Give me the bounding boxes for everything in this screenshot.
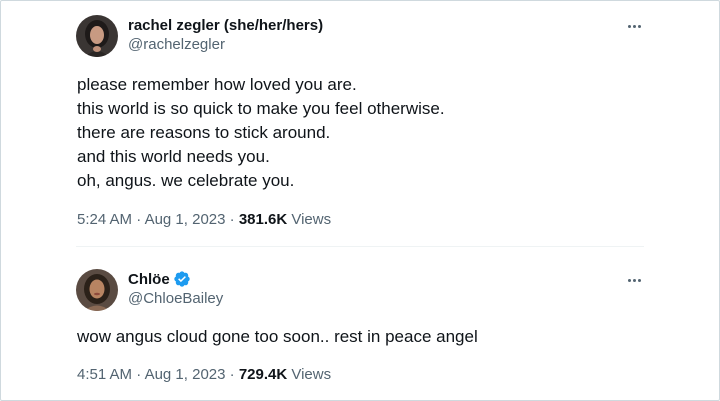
more-options-button[interactable]: [620, 12, 648, 40]
display-name[interactable]: rachel zegler (she/her/hers): [128, 17, 323, 34]
views-label: Views: [291, 366, 332, 383]
tweet-date[interactable]: Aug 1, 2023: [145, 366, 226, 383]
tweet-line: oh, angus. we celebrate you.: [77, 171, 295, 190]
tweet-meta: 5:24 AM · Aug 1, 2023 · 381.6K Views: [77, 211, 331, 228]
meta-separator: ·: [229, 366, 235, 383]
meta-separator: ·: [136, 366, 142, 383]
more-horizontal-icon: [627, 278, 641, 282]
tweet-chloebailey[interactable]: Chlöe @ChloeBailey wow angus cloud gone …: [76, 266, 644, 396]
meta-separator: ·: [229, 211, 235, 228]
tweet-divider: [76, 246, 644, 247]
author-block: rachel zegler (she/her/hers) @rachelzegl…: [128, 15, 323, 54]
views-count[interactable]: 381.6K: [239, 211, 287, 228]
tweet-text: wow angus cloud gone too soon.. rest in …: [77, 325, 478, 349]
verified-badge-icon: [173, 270, 191, 288]
tweet-date[interactable]: Aug 1, 2023: [145, 211, 226, 228]
display-name[interactable]: Chlöe: [128, 271, 170, 288]
tweet-line: there are reasons to stick around.: [77, 123, 331, 142]
meta-separator: ·: [136, 211, 142, 228]
avatar-image: [76, 269, 118, 311]
tweet-line: this world is so quick to make you feel …: [77, 99, 445, 118]
tweet-text: please remember how loved you are. this …: [77, 73, 445, 193]
avatar[interactable]: [76, 269, 118, 311]
tweet-time[interactable]: 4:51 AM: [77, 366, 132, 383]
tweet-time[interactable]: 5:24 AM: [77, 211, 132, 228]
views-count[interactable]: 729.4K: [239, 366, 287, 383]
tweet-line: and this world needs you.: [77, 147, 270, 166]
user-handle[interactable]: @ChloeBailey: [128, 290, 223, 307]
tweet-rachelzegler[interactable]: rachel zegler (she/her/hers) @rachelzegl…: [76, 12, 644, 246]
user-handle[interactable]: @rachelzegler: [128, 36, 323, 53]
tweet-line: wow angus cloud gone too soon.. rest in …: [77, 327, 478, 346]
more-horizontal-icon: [627, 24, 641, 28]
avatar-image: [76, 15, 118, 57]
views-label: Views: [291, 211, 332, 228]
avatar[interactable]: [76, 15, 118, 57]
more-options-button[interactable]: [620, 266, 648, 294]
tweet-line: please remember how loved you are.: [77, 75, 357, 94]
author-block: Chlöe @ChloeBailey: [128, 269, 223, 308]
tweet-meta: 4:51 AM · Aug 1, 2023 · 729.4K Views: [77, 366, 331, 383]
